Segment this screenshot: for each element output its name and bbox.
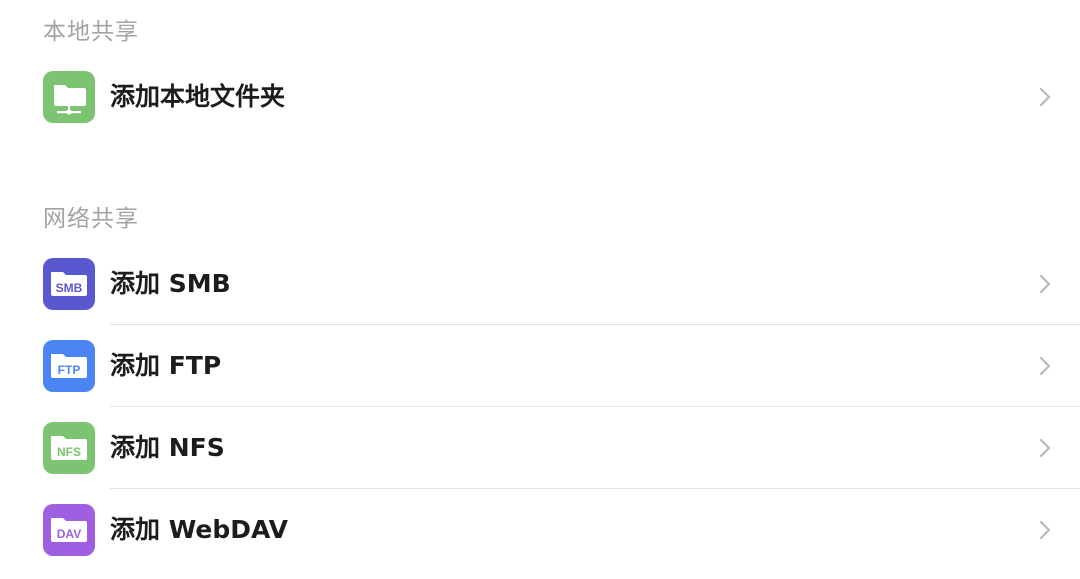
smb-icon-text: SMB bbox=[56, 281, 83, 295]
ftp-folder-icon: FTP bbox=[43, 340, 95, 392]
smb-folder-icon: SMB bbox=[43, 258, 95, 310]
nfs-icon-text: NFS bbox=[57, 445, 81, 459]
dav-folder-icon: DAV bbox=[43, 504, 95, 556]
add-ftp-row[interactable]: FTP 添加 FTP bbox=[0, 325, 1080, 407]
add-smb-label: 添加 SMB bbox=[110, 269, 231, 298]
add-local-folder-row[interactable]: 添加本地文件夹 bbox=[0, 56, 1080, 138]
add-ftp-label: 添加 FTP bbox=[110, 351, 222, 380]
chevron-right-icon bbox=[1039, 356, 1051, 376]
section-title-local: 本地共享 bbox=[43, 19, 139, 45]
add-webdav-label: 添加 WebDAV bbox=[110, 515, 288, 544]
ftp-icon-text: FTP bbox=[58, 363, 81, 377]
add-smb-row[interactable]: SMB 添加 SMB bbox=[0, 243, 1080, 325]
add-nfs-row[interactable]: NFS 添加 NFS bbox=[0, 407, 1080, 489]
nfs-folder-icon: NFS bbox=[43, 422, 95, 474]
section-title-network: 网络共享 bbox=[43, 206, 139, 232]
add-local-folder-label: 添加本地文件夹 bbox=[110, 82, 286, 111]
add-webdav-row[interactable]: DAV 添加 WebDAV bbox=[0, 489, 1080, 571]
dav-icon-text: DAV bbox=[57, 527, 81, 541]
chevron-right-icon bbox=[1039, 274, 1051, 294]
chevron-right-icon bbox=[1039, 520, 1051, 540]
chevron-right-icon bbox=[1039, 87, 1051, 107]
add-nfs-label: 添加 NFS bbox=[110, 433, 225, 462]
network-folder-icon bbox=[43, 71, 95, 123]
chevron-right-icon bbox=[1039, 438, 1051, 458]
